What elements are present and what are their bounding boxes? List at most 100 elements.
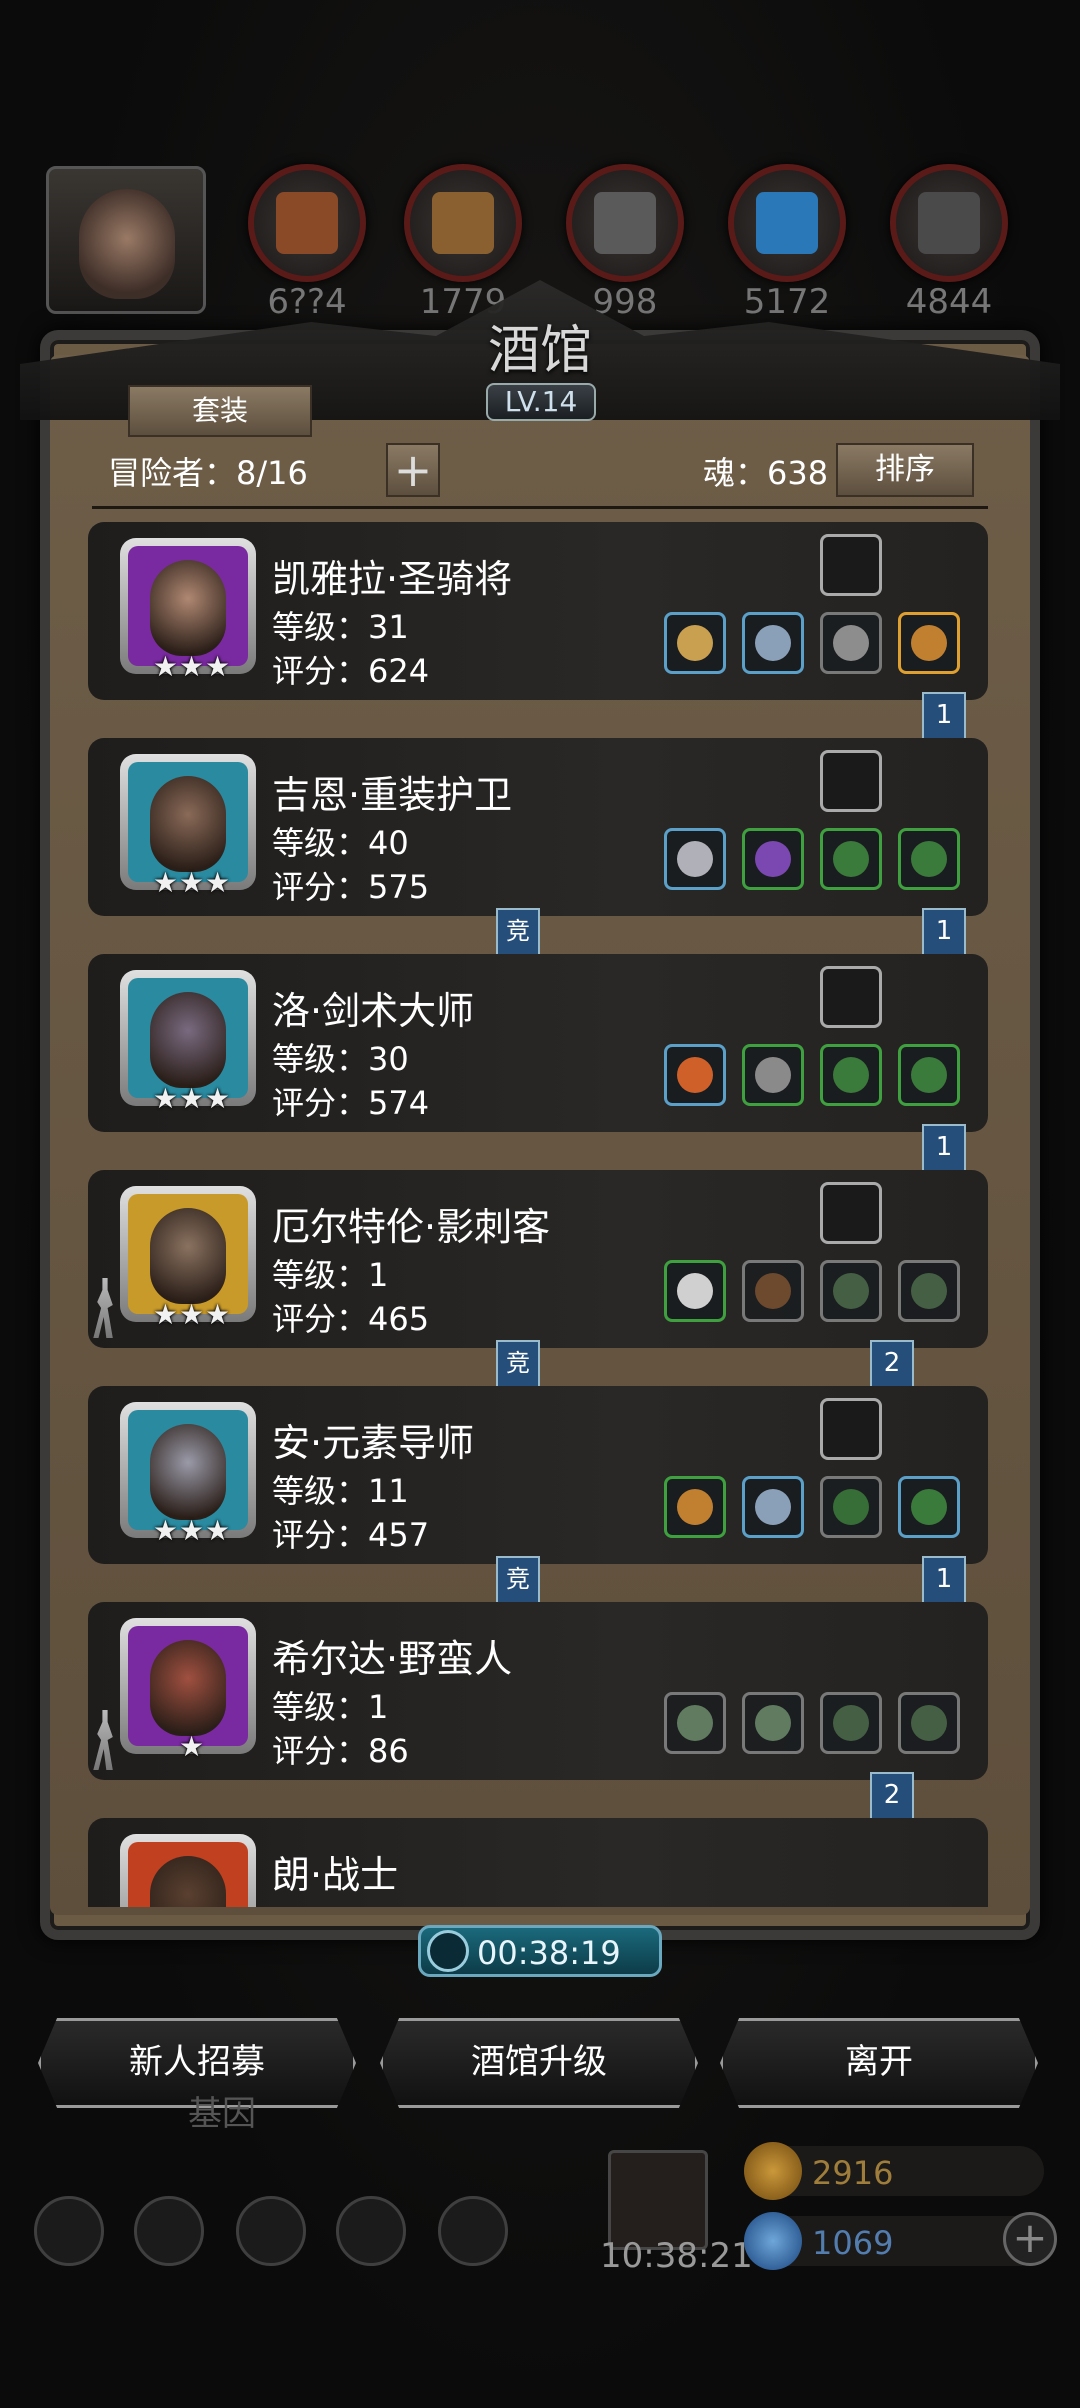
player-avatar[interactable] — [46, 166, 206, 314]
hero-face — [150, 1856, 226, 1907]
mail-icon[interactable] — [336, 2196, 406, 2266]
ring-icon[interactable] — [820, 1260, 882, 1322]
ring-icon-glyph — [833, 1273, 869, 1309]
ring-icon[interactable] — [820, 828, 882, 890]
ring-icon[interactable] — [898, 828, 960, 890]
gift-icon[interactable] — [608, 2150, 708, 2250]
tavern-timer: 00:38:19 — [418, 1925, 662, 1977]
armor-add-icon[interactable] — [742, 1692, 804, 1754]
add-adventurer-button[interactable]: + — [386, 443, 440, 497]
background-label: 基因 — [188, 2094, 256, 2134]
staff-icon-glyph — [677, 1489, 713, 1525]
hero-card[interactable]: 朗·战士等级 — [88, 1818, 988, 1907]
crystal-gem-icon[interactable] — [820, 1398, 882, 1460]
hero-score: 评分：465 — [272, 1300, 430, 1338]
soul-count: 魂：638 — [703, 454, 829, 492]
star-icon[interactable] — [134, 2196, 204, 2266]
suit-button[interactable]: 套装 — [128, 385, 312, 437]
leather-armor-icon[interactable] — [742, 1260, 804, 1322]
steel-ingot-icon-glyph — [918, 192, 980, 254]
gauntlet-icon[interactable] — [820, 534, 882, 596]
hero-portrait[interactable]: ★★★ — [120, 538, 256, 683]
panel-title: 酒馆 — [487, 321, 592, 381]
hero-portrait[interactable]: ★★★ — [120, 1186, 256, 1331]
armor-icon[interactable] — [742, 612, 804, 674]
resource-count: 5172 — [743, 282, 831, 322]
hero-score: 评分：575 — [272, 868, 430, 906]
resource-count: 6??4 — [267, 282, 347, 322]
hero-card[interactable]: ★★★ 凯雅拉·圣骑将 等级：31 评分：624 — [88, 522, 988, 700]
hero-card[interactable]: ★ 希尔达·野蛮人 等级：1 评分：86 — [88, 1602, 988, 1780]
ring-icon[interactable] — [898, 1260, 960, 1322]
add-gems-button[interactable]: + — [1003, 2212, 1057, 2266]
chest-icon[interactable] — [898, 612, 960, 674]
ring-icon-glyph — [911, 1057, 947, 1093]
armor-icon[interactable] — [742, 1044, 804, 1106]
divider — [92, 506, 988, 509]
claw-icon[interactable] — [820, 612, 882, 674]
hero-face — [150, 1208, 226, 1304]
gauntlet-icon[interactable] — [820, 966, 882, 1028]
hero-card[interactable]: ★★★ 厄尔特伦·影刺客 等级：1 评分：465 — [88, 1170, 988, 1348]
hero-level: 等级：31 — [272, 608, 409, 646]
ring-icon[interactable] — [820, 1476, 882, 1538]
ring-icon[interactable] — [898, 1044, 960, 1106]
hero-card[interactable]: ★★★ 洛·剑术大师 等级：30 评分：574 — [88, 954, 988, 1132]
hero-portrait[interactable] — [120, 1834, 256, 1907]
ring-icon[interactable] — [820, 1044, 882, 1106]
running-figure-icon — [93, 1278, 113, 1338]
hero-level: 等级：1 — [272, 1256, 389, 1294]
hammer-icon-glyph — [677, 625, 713, 661]
ring-icon[interactable] — [898, 1692, 960, 1754]
hero-level: 等级：40 — [272, 824, 409, 862]
armor-add-icon-glyph — [755, 1705, 791, 1741]
upgrade-tavern-button[interactable]: 酒馆升级 — [380, 2018, 698, 2108]
axe-icon-glyph — [677, 1705, 713, 1741]
axe-icon[interactable] — [664, 1692, 726, 1754]
ring-icon[interactable] — [898, 1476, 960, 1538]
hero-list[interactable]: ★★★ 凯雅拉·圣骑将 等级：31 评分：624 1 ★★★ 吉恩·重装护卫 等级：40 评分：… — [88, 522, 988, 1907]
staff-icon[interactable] — [664, 1476, 726, 1538]
sort-button[interactable]: 排序 — [836, 443, 974, 497]
book-icon[interactable] — [236, 2196, 306, 2266]
hero-portrait[interactable]: ★★★ — [120, 754, 256, 899]
armor-icon-glyph — [755, 1057, 791, 1093]
purple-armor-icon[interactable] — [742, 828, 804, 890]
flame-sword-icon[interactable] — [664, 1044, 726, 1106]
hero-face — [150, 1640, 226, 1736]
empty-x-icon[interactable] — [820, 1182, 882, 1244]
sword-icon[interactable] — [664, 828, 726, 890]
ring-icon-glyph — [833, 841, 869, 877]
chest-icon-glyph — [911, 625, 947, 661]
hero-card[interactable]: ★★★ 安·元素导师 等级：11 评分：457 — [88, 1386, 988, 1564]
hero-portrait[interactable]: ★★★ — [120, 1402, 256, 1547]
game-clock: 10:38:21 — [600, 2236, 753, 2276]
running-figure-icon — [93, 1710, 113, 1770]
leather-icon-glyph — [276, 192, 338, 254]
resource-count: 4844 — [905, 282, 993, 322]
hero-portrait[interactable]: ★★★ — [120, 970, 256, 1115]
hero-face — [150, 992, 226, 1088]
gold-display: 2916 — [744, 2142, 1044, 2200]
leather-icon — [248, 164, 366, 282]
portrait-frame — [128, 546, 248, 666]
hammer-icon[interactable] — [664, 612, 726, 674]
gem-value: 1069 — [812, 2224, 894, 2262]
hero-name: 吉恩·重装护卫 — [272, 773, 513, 817]
curved-blade-icon[interactable] — [664, 1260, 726, 1322]
ring-icon-glyph — [833, 1705, 869, 1741]
hero-card[interactable]: ★★★ 吉恩·重装护卫等级：40 评分：575 — [88, 738, 988, 916]
hero-portrait[interactable]: ★ — [120, 1618, 256, 1763]
settings-icon[interactable] — [34, 2196, 104, 2266]
timer-value: 00:38:19 — [477, 1934, 621, 1972]
leave-button[interactable]: 离开 — [720, 2018, 1038, 2108]
iron-ingot-icon-glyph — [594, 192, 656, 254]
avatar-face — [79, 189, 175, 299]
armor-icon[interactable] — [742, 1476, 804, 1538]
purple-armor-icon-glyph — [755, 841, 791, 877]
hero-score: 评分：624 — [272, 652, 430, 690]
ring-icon[interactable] — [820, 1692, 882, 1754]
dice-icon[interactable] — [438, 2196, 508, 2266]
hero-score: 评分：457 — [272, 1516, 430, 1554]
empty-x-icon[interactable] — [820, 750, 882, 812]
